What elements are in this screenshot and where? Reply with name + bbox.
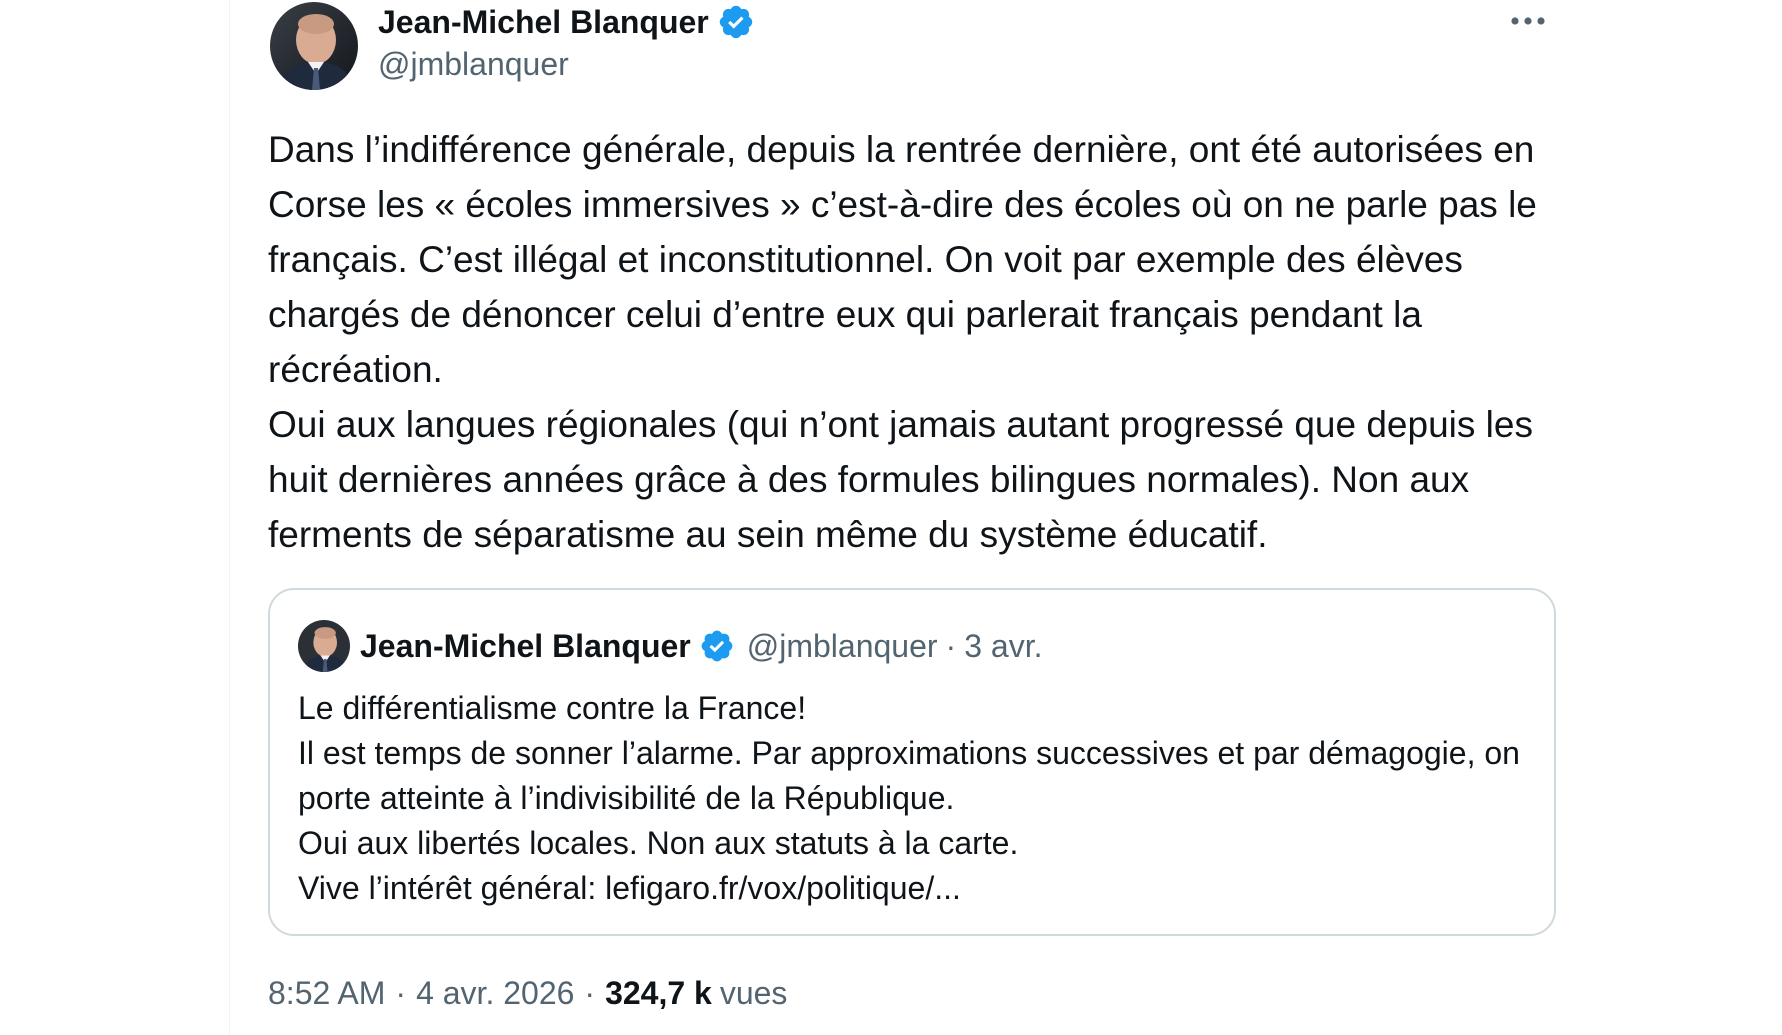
quoted-line: Oui aux libertés locales. Non aux statut…	[298, 825, 1019, 861]
tweet-date[interactable]: 4 avr. 2026	[416, 975, 574, 1012]
separator-dot: ·	[584, 975, 596, 1011]
quoted-tweet-header: Jean-Michel Blanquer @jmblanquer · 3 avr…	[298, 620, 1042, 672]
tweet-metadata: 8:52 AM · 4 avr. 2026 · 324,7 k vues	[268, 975, 787, 1012]
quoted-line: Vive l’intérêt général: lefigaro.fr/vox/…	[298, 870, 961, 906]
verified-badge-icon	[699, 628, 735, 664]
tweet-text: Dans l’indifférence générale, depuis la …	[268, 122, 1558, 562]
tweet-paragraph: Dans l’indifférence générale, depuis la …	[268, 129, 1537, 390]
separator-dot: ·	[945, 627, 957, 664]
author-handle[interactable]: @jmblanquer	[378, 46, 569, 83]
timeline-column-border	[229, 0, 230, 1035]
avatar[interactable]	[270, 2, 358, 90]
quoted-display-name: Jean-Michel Blanquer	[360, 627, 691, 664]
tweet-time[interactable]: 8:52 AM	[268, 975, 385, 1012]
views-count[interactable]: 324,7 k	[605, 975, 712, 1012]
author-display-name[interactable]: Jean-Michel Blanquer	[378, 4, 709, 41]
quoted-date: 3 avr.	[964, 627, 1043, 664]
more-options-button[interactable]	[1498, 0, 1558, 44]
quoted-line: Il est temps de sonner l’alarme. Par app…	[298, 735, 1520, 816]
quoted-handle: @jmblanquer	[746, 627, 938, 664]
author-name-row: Jean-Michel Blanquer	[378, 2, 755, 42]
quoted-tweet-text: Le différentialisme contre la France! Il…	[298, 686, 1528, 911]
views-label: vues	[719, 975, 788, 1011]
more-horizontal-icon	[1510, 13, 1546, 31]
tweet-paragraph: Oui aux langues régionales (qui n’ont ja…	[268, 404, 1533, 555]
quoted-avatar	[298, 620, 350, 672]
verified-badge-icon[interactable]	[717, 3, 755, 41]
tweet-header: Jean-Michel Blanquer @jmblanquer	[268, 0, 1558, 90]
quoted-line: Le différentialisme contre la France!	[298, 690, 807, 726]
quoted-tweet[interactable]: Jean-Michel Blanquer @jmblanquer · 3 avr…	[268, 588, 1556, 936]
separator-dot: ·	[395, 975, 407, 1011]
